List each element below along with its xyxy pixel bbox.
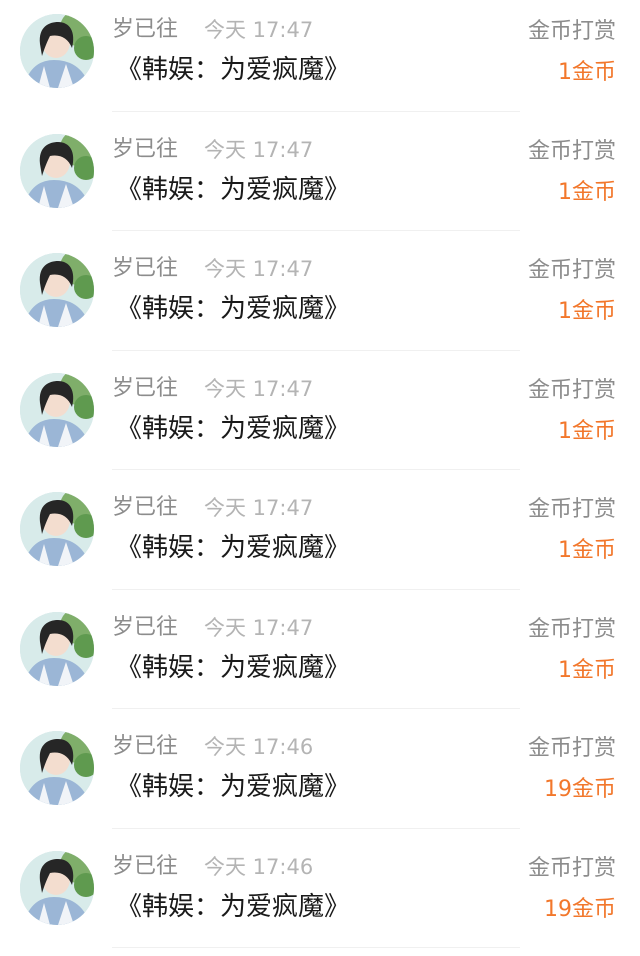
avatar-photo-icon — [20, 372, 94, 447]
timestamp: 今天 17:46 — [204, 854, 314, 879]
reward-record-list: 岁已往 今天 17:47 《韩娱：为爱疯魔》 金币打赏 1金币 岁已往 今天 1… — [0, 0, 640, 956]
list-item[interactable]: 岁已往 今天 17:47 《韩娱：为爱疯魔》 金币打赏 1金币 — [0, 239, 640, 359]
user-name: 岁已往 — [112, 256, 179, 281]
list-item[interactable]: 岁已往 今天 17:47 《韩娱：为爱疯魔》 金币打赏 1金币 — [0, 359, 640, 479]
reward-amount: 1金币 — [558, 418, 616, 444]
avatar-photo-icon — [20, 492, 94, 566]
list-item[interactable]: 岁已往 今天 17:46 《韩娱：为爱疯魔》 金币打赏 19金币 — [0, 837, 640, 956]
avatar[interactable] — [20, 253, 94, 327]
user-name: 岁已往 — [112, 734, 179, 759]
reward-amount: 1金币 — [558, 657, 616, 683]
avatar[interactable] — [20, 372, 94, 447]
timestamp: 今天 17:47 — [204, 496, 314, 520]
timestamp: 今天 17:46 — [204, 735, 314, 759]
reward-amount: 1金币 — [558, 299, 616, 324]
timestamp: 今天 17:47 — [204, 137, 314, 162]
avatar-photo-icon — [20, 253, 94, 327]
list-item[interactable]: 岁已往 今天 17:47 《韩娱：为爱疯魔》 金币打赏 1金币 — [0, 120, 640, 240]
reward-type: 金币打赏 — [527, 19, 616, 44]
divider — [112, 708, 520, 709]
avatar-photo-icon — [20, 133, 94, 208]
user-name: 岁已往 — [112, 375, 179, 401]
timestamp: 今天 17:47 — [204, 615, 314, 640]
user-name: 岁已往 — [112, 136, 179, 162]
divider — [112, 947, 520, 948]
avatar[interactable] — [20, 611, 94, 686]
avatar-photo-icon — [20, 14, 94, 88]
list-item[interactable]: 岁已往 今天 17:46 《韩娱：为爱疯魔》 金币打赏 19金币 — [0, 717, 640, 837]
reward-type: 金币打赏 — [527, 616, 616, 642]
reward-type: 金币打赏 — [527, 138, 616, 164]
divider — [112, 349, 520, 351]
book-title[interactable]: 《韩娱：为爱疯魔》 — [116, 528, 350, 568]
avatar[interactable] — [20, 850, 94, 925]
list-item[interactable]: 岁已往 今天 17:47 《韩娱：为爱疯魔》 金币打赏 1金币 — [0, 598, 640, 718]
avatar[interactable] — [20, 133, 94, 208]
reward-amount: 1金币 — [558, 538, 616, 563]
reward-amount: 19金币 — [544, 777, 616, 802]
book-title[interactable]: 《韩娱：为爱疯魔》 — [116, 409, 350, 449]
list-item[interactable]: 岁已往 今天 17:47 《韩娱：为爱疯魔》 金币打赏 1金币 — [0, 478, 640, 598]
reward-type: 金币打赏 — [527, 497, 616, 522]
avatar-photo-icon — [20, 731, 94, 805]
avatar-photo-icon — [20, 611, 94, 686]
reward-amount: 19金币 — [544, 896, 616, 922]
book-title[interactable]: 《韩娱：为爱疯魔》 — [116, 887, 350, 927]
book-title[interactable]: 《韩娱：为爱疯魔》 — [116, 289, 350, 329]
timestamp: 今天 17:47 — [204, 376, 314, 401]
divider — [112, 588, 520, 590]
book-title[interactable]: 《韩娱：为爱疯魔》 — [116, 170, 350, 210]
user-name: 岁已往 — [112, 614, 179, 640]
book-title[interactable]: 《韩娱：为爱疯魔》 — [116, 767, 350, 807]
user-name: 岁已往 — [112, 853, 179, 879]
reward-type: 金币打赏 — [527, 258, 616, 283]
avatar-photo-icon — [20, 850, 94, 925]
reward-amount: 1金币 — [558, 179, 616, 205]
divider — [112, 110, 520, 112]
avatar[interactable] — [20, 492, 94, 566]
book-title[interactable]: 《韩娱：为爱疯魔》 — [116, 648, 350, 688]
timestamp: 今天 17:47 — [204, 18, 314, 42]
divider — [112, 230, 520, 231]
list-item[interactable]: 岁已往 今天 17:47 《韩娱：为爱疯魔》 金币打赏 1金币 — [0, 0, 640, 120]
book-title[interactable]: 《韩娱：为爱疯魔》 — [116, 50, 350, 90]
reward-type: 金币打赏 — [527, 855, 616, 881]
user-name: 岁已往 — [112, 17, 179, 42]
user-name: 岁已往 — [112, 495, 179, 520]
avatar[interactable] — [20, 731, 94, 805]
timestamp: 今天 17:47 — [204, 257, 314, 281]
divider — [112, 827, 520, 829]
reward-type: 金币打赏 — [527, 736, 616, 761]
reward-amount: 1金币 — [558, 60, 616, 85]
reward-type: 金币打赏 — [527, 377, 616, 403]
divider — [112, 469, 520, 470]
avatar[interactable] — [20, 14, 94, 88]
